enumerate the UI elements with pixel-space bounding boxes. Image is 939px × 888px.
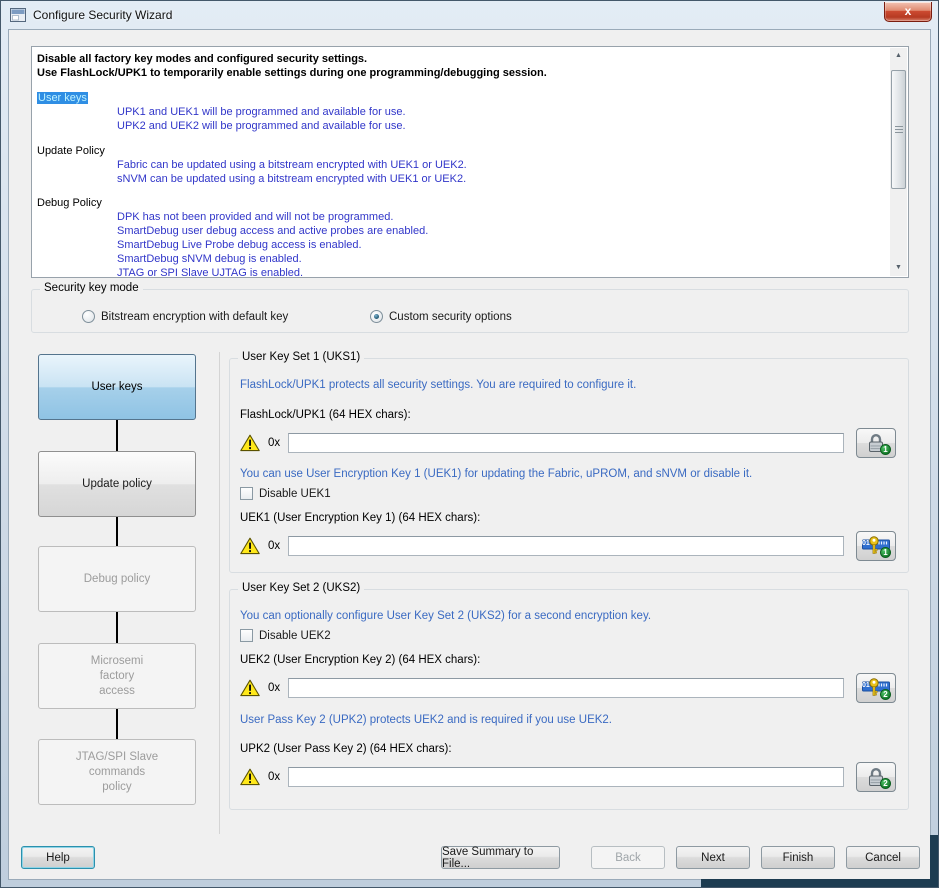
- next-button[interactable]: Next: [676, 846, 750, 869]
- update-policy-heading: Update Policy: [37, 144, 885, 158]
- summary-scrollbar[interactable]: ▲ ▼: [890, 48, 907, 276]
- upk1-hex-input[interactable]: [288, 433, 844, 453]
- window-edge-shadow: [930, 835, 938, 887]
- user-keys-heading-highlighted: User keys: [37, 92, 88, 104]
- upk2-field-label: UPK2 (User Pass Key 2) (64 HEX chars):: [240, 743, 896, 755]
- badge-2: 2: [880, 778, 891, 789]
- step-jtag-spi-slave-commands-policy: JTAG/SPI Slave commands policy: [38, 739, 196, 805]
- back-button: Back: [591, 846, 665, 869]
- step-connector: [116, 420, 118, 451]
- window-title: Configure Security Wizard: [33, 8, 172, 22]
- title-bar[interactable]: Configure Security Wizard: [1, 1, 938, 29]
- upk2-key-row: 0x 2: [240, 762, 896, 792]
- warning-icon: [240, 679, 260, 697]
- finish-button[interactable]: Finish: [761, 846, 835, 869]
- scrollbar-thumb[interactable]: [891, 70, 906, 189]
- upk1-field-label: FlashLock/UPK1 (64 HEX chars):: [240, 409, 896, 421]
- step-user-keys[interactable]: User keys: [38, 354, 196, 420]
- summary-bold-line: Use FlashLock/UPK1 to temporarily enable…: [37, 66, 885, 80]
- generate-upk2-button[interactable]: 2: [856, 762, 896, 792]
- disable-uek1-checkbox-row[interactable]: Disable UEK1: [240, 487, 896, 500]
- hex-prefix-label: 0x: [268, 682, 280, 694]
- summary-line: SmartDebug sNVM debug is enabled.: [37, 252, 885, 266]
- disable-uek1-checkbox[interactable]: [240, 487, 253, 500]
- window-edge-shadow: [701, 879, 938, 887]
- radio-icon[interactable]: [370, 310, 383, 323]
- step-connector: [116, 612, 118, 643]
- uek1-key-row: 0x 01 1: [240, 531, 896, 561]
- uek1-hex-input[interactable]: [288, 536, 844, 556]
- upk1-info-text: FlashLock/UPK1 protects all security set…: [240, 379, 896, 392]
- summary-section-heading: User keys: [37, 91, 885, 105]
- radio-icon[interactable]: [82, 310, 95, 323]
- uks1-title: User Key Set 1 (UKS1): [238, 351, 364, 363]
- upk2-hex-input[interactable]: [288, 767, 844, 787]
- step-microsemi-factory-access: Microsemi factory access: [38, 643, 196, 709]
- disable-uek2-label: Disable UEK2: [259, 630, 331, 642]
- disable-uek2-checkbox[interactable]: [240, 629, 253, 642]
- generate-uek2-button[interactable]: 01 2: [856, 673, 896, 703]
- radio-label: Bitstream encryption with default key: [101, 311, 288, 323]
- step-debug-policy: Debug policy: [38, 546, 196, 612]
- summary-line: UPK2 and UEK2 will be programmed and ava…: [37, 119, 885, 133]
- window-icon: [10, 8, 26, 22]
- radio-custom-security-options[interactable]: Custom security options: [370, 310, 512, 323]
- uek2-hex-input[interactable]: [288, 678, 844, 698]
- uks2-info-text: You can optionally configure User Key Se…: [240, 610, 896, 623]
- badge-1: 1: [880, 547, 891, 558]
- summary-line: JTAG or SPI Slave UJTAG is enabled.: [37, 266, 885, 277]
- dialog-content: Disable all factory key modes and config…: [8, 29, 931, 880]
- step-connector: [116, 709, 118, 739]
- security-summary-text: Disable all factory key modes and config…: [37, 52, 885, 277]
- cancel-button[interactable]: Cancel: [846, 846, 920, 869]
- disable-uek1-label: Disable UEK1: [259, 488, 331, 500]
- security-key-mode-label: Security key mode: [40, 282, 143, 294]
- hex-prefix-label: 0x: [268, 771, 280, 783]
- warning-icon: [240, 434, 260, 452]
- summary-line: SmartDebug Live Probe debug access is en…: [37, 238, 885, 252]
- upk1-key-row: 0x 1: [240, 428, 896, 458]
- help-button[interactable]: Help: [21, 846, 95, 869]
- summary-line: Fabric can be updated using a bitstream …: [37, 158, 885, 172]
- close-button[interactable]: x: [884, 2, 932, 22]
- radio-label: Custom security options: [389, 311, 512, 323]
- generate-uek1-button[interactable]: 01 1: [856, 531, 896, 561]
- summary-bold-line: Disable all factory key modes and config…: [37, 52, 885, 66]
- uek1-field-label: UEK1 (User Encryption Key 1) (64 HEX cha…: [240, 512, 896, 524]
- hex-prefix-label: 0x: [268, 437, 280, 449]
- save-summary-to-file-button[interactable]: Save Summary to File...: [441, 846, 560, 869]
- warning-icon: [240, 537, 260, 555]
- uks2-title: User Key Set 2 (UKS2): [238, 582, 364, 594]
- upk2-info-text: User Pass Key 2 (UPK2) protects UEK2 and…: [240, 714, 896, 727]
- security-summary[interactable]: Disable all factory key modes and config…: [31, 46, 909, 278]
- user-key-set-2-group: User Key Set 2 (UKS2) You can optionally…: [229, 589, 909, 810]
- generate-upk1-button[interactable]: 1: [856, 428, 896, 458]
- security-key-mode-group: Security key mode Bitstream encryption w…: [31, 289, 909, 333]
- summary-line: SmartDebug user debug access and active …: [37, 224, 885, 238]
- binary-01-label: 01: [862, 540, 870, 547]
- uek2-field-label: UEK2 (User Encryption Key 2) (64 HEX cha…: [240, 654, 896, 666]
- debug-policy-heading: Debug Policy: [37, 196, 885, 210]
- summary-line: UPK1 and UEK1 will be programmed and ava…: [37, 105, 885, 119]
- panel-divider: [219, 352, 220, 834]
- uek1-info-text: You can use User Encryption Key 1 (UEK1)…: [240, 468, 896, 481]
- badge-1: 1: [880, 444, 891, 455]
- scrollbar-grip-icon: [895, 126, 903, 134]
- warning-icon: [240, 768, 260, 786]
- badge-2: 2: [880, 689, 891, 700]
- step-connector: [116, 517, 118, 546]
- binary-01-label: 01: [862, 682, 870, 689]
- radio-bitstream-default-key[interactable]: Bitstream encryption with default key: [82, 310, 288, 323]
- summary-line: sNVM can be updated using a bitstream en…: [37, 172, 885, 186]
- step-update-policy[interactable]: Update policy: [38, 451, 196, 517]
- summary-line: DPK has not been provided and will not b…: [37, 210, 885, 224]
- configure-security-wizard-dialog: Configure Security Wizard x Disable all …: [0, 0, 939, 888]
- scroll-up-icon[interactable]: ▲: [890, 48, 907, 64]
- uek2-key-row: 0x 01 2: [240, 673, 896, 703]
- user-key-set-1-group: User Key Set 1 (UKS1) FlashLock/UPK1 pro…: [229, 358, 909, 573]
- hex-prefix-label: 0x: [268, 540, 280, 552]
- disable-uek2-checkbox-row[interactable]: Disable UEK2: [240, 629, 896, 642]
- scroll-down-icon[interactable]: ▼: [890, 260, 907, 276]
